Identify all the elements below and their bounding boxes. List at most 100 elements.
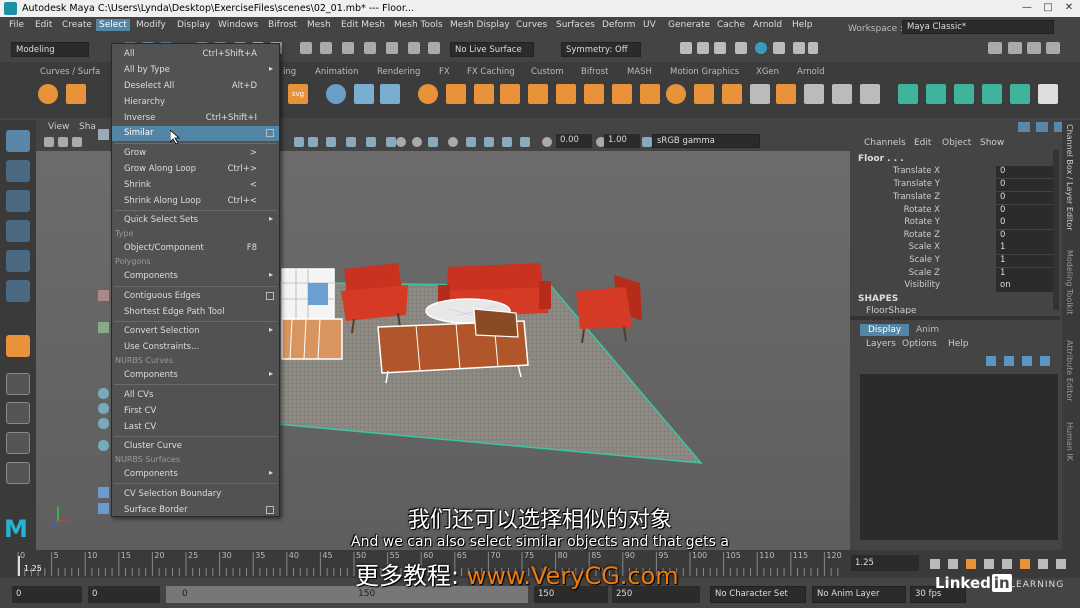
attr-rotate-x[interactable]: Rotate X 0 (850, 205, 1060, 217)
menu-deform[interactable]: Deform (599, 19, 638, 31)
shelf-tab-motion-graphics[interactable]: Motion Graphics (670, 67, 739, 77)
scale-tool-icon[interactable] (6, 280, 30, 302)
go-to-start-icon[interactable] (930, 559, 940, 569)
menu-item-deselect-all[interactable]: Deselect All Alt+D (112, 79, 279, 94)
quad-draw-icon[interactable] (860, 84, 880, 104)
shadows-icon[interactable] (366, 137, 376, 147)
side-tab-channel-box[interactable]: Channel Box / Layer Editor (1065, 124, 1074, 231)
attr-scale-y[interactable]: Scale Y 1 (850, 255, 1060, 267)
current-time-marker[interactable] (18, 556, 20, 576)
render-view-icon[interactable] (773, 42, 785, 54)
new-layer-icon[interactable] (1022, 356, 1032, 366)
menu-uv[interactable]: UV (640, 19, 659, 31)
menu-modify[interactable]: Modify (133, 19, 169, 31)
wireframe-icon[interactable] (294, 137, 304, 147)
bridge-edge-icon[interactable] (640, 84, 660, 104)
attr-value[interactable]: 0 (996, 166, 1054, 178)
menu-item-shrink[interactable]: Shrink < (112, 178, 279, 193)
symmetry-dropdown[interactable]: Symmetry: Off (561, 42, 641, 57)
channel-scrollbar[interactable] (1053, 150, 1059, 310)
minimize-button[interactable]: — (1020, 2, 1034, 14)
workspace-dropdown[interactable]: Maya Classic* (902, 20, 1054, 34)
attr-value[interactable]: 0 (996, 192, 1054, 204)
shelf-tab-rendering[interactable]: Rendering (377, 67, 420, 77)
menu-item-first-cv[interactable]: First CV (112, 404, 279, 419)
shelf-tab-bifrost[interactable]: Bifrost (581, 67, 608, 77)
menu-item-inverse[interactable]: Inverse Ctrl+Shift+I (112, 111, 279, 126)
lights-icon[interactable] (346, 137, 356, 147)
maximize-button[interactable]: □ (1041, 2, 1055, 14)
bridge-icon[interactable] (584, 84, 604, 104)
texture-icon[interactable] (326, 137, 336, 147)
layer-panel-icon[interactable] (1036, 122, 1048, 132)
go-to-end-icon[interactable] (1056, 559, 1066, 569)
insert-loop-icon[interactable] (666, 84, 686, 104)
xray-icon[interactable] (412, 137, 422, 147)
mirror-icon[interactable] (832, 84, 852, 104)
menu-file[interactable]: File (6, 19, 27, 31)
layout-single-icon[interactable] (6, 373, 30, 395)
construction-icon[interactable] (428, 42, 440, 54)
menu-select[interactable]: Select (96, 19, 130, 31)
snap-point-icon[interactable] (342, 42, 354, 54)
channel-panel-icon[interactable] (1018, 122, 1030, 132)
move-tool-icon[interactable] (6, 220, 30, 242)
options-menu[interactable]: Options (902, 339, 937, 349)
rotate-tool-icon[interactable] (6, 250, 30, 272)
menu-curves[interactable]: Curves (513, 19, 550, 31)
attr-translate-y[interactable]: Translate Y 0 (850, 179, 1060, 191)
step-forward-icon[interactable] (1038, 559, 1048, 569)
menu-item-all-cvs[interactable]: All CVs (112, 388, 279, 403)
channels-menu[interactable]: Channels (864, 138, 906, 148)
snap-surface-icon[interactable] (386, 42, 398, 54)
resolution-gate-icon[interactable] (502, 137, 512, 147)
snap-curve-icon[interactable] (320, 42, 332, 54)
boolean-icon[interactable] (528, 84, 548, 104)
side-tab-human-ik[interactable]: Human IK (1065, 422, 1074, 461)
viewport-menu-view[interactable]: View (48, 122, 69, 132)
menu-item-all-by-type[interactable]: All by Type ▸ (112, 63, 279, 78)
shelf-tab-sculpting[interactable]: ing (283, 67, 296, 77)
menu-item-hierarchy[interactable]: Hierarchy (112, 95, 279, 110)
snap-view-icon[interactable] (364, 42, 376, 54)
menu-item-grow-along-loop[interactable]: Grow Along Loop Ctrl+> (112, 162, 279, 177)
view-transform-dropdown[interactable]: sRGB gamma (652, 134, 760, 148)
step-back-icon[interactable] (948, 559, 958, 569)
camera-attr-icon[interactable] (58, 137, 68, 147)
menu-item-cv-selection-boundary[interactable]: CV Selection Boundary (112, 487, 279, 502)
playback-start-field[interactable]: 0 (88, 586, 160, 603)
current-frame-field[interactable]: 1.25 (851, 555, 919, 571)
history-icon[interactable] (408, 42, 420, 54)
attr-value[interactable]: 0 (996, 217, 1054, 229)
film-gate-icon[interactable] (520, 137, 530, 147)
menu-item-similar[interactable]: Similar (112, 126, 279, 141)
layer-list[interactable] (860, 374, 1058, 540)
exposure-icon[interactable] (542, 137, 552, 147)
side-tab-modeling-toolkit[interactable]: Modeling Toolkit (1065, 250, 1074, 314)
help-menu[interactable]: Help (948, 339, 969, 349)
attr-value[interactable]: 0 (996, 230, 1054, 242)
attr-translate-x[interactable]: Translate X 0 (850, 166, 1060, 178)
planar-map-icon[interactable] (926, 84, 946, 104)
attribute-icon[interactable] (1027, 42, 1041, 54)
ipr-icon[interactable] (697, 42, 709, 54)
tab-anim[interactable]: Anim (908, 324, 947, 336)
menu-item-all[interactable]: All Ctrl+Shift+A (112, 47, 279, 62)
menu-generate[interactable]: Generate (665, 19, 713, 31)
menu-create[interactable]: Create (59, 19, 95, 31)
layout-four-icon[interactable] (6, 402, 30, 424)
live-surface-field[interactable]: No Live Surface (450, 42, 534, 57)
menu-item-object-component[interactable]: Object/Component F8 (112, 241, 279, 256)
grid-toggle-icon[interactable] (466, 137, 476, 147)
menu-item-shortest-edge-path[interactable]: Shortest Edge Path Tool (112, 305, 279, 320)
render-icon[interactable] (680, 42, 692, 54)
menu-surfaces[interactable]: Surfaces (553, 19, 598, 31)
menu-item-contiguous-edges[interactable]: Contiguous Edges (112, 289, 279, 304)
isolate-icon[interactable] (396, 137, 406, 147)
shelf-tab-fx[interactable]: FX (439, 67, 450, 77)
multi-cut-icon[interactable] (694, 84, 714, 104)
panel-splitter[interactable] (850, 316, 1060, 320)
snap-grid-icon[interactable] (300, 42, 312, 54)
shelf-tab-animation[interactable]: Animation (315, 67, 358, 77)
shelf-tab-xgen[interactable]: XGen (756, 67, 779, 77)
